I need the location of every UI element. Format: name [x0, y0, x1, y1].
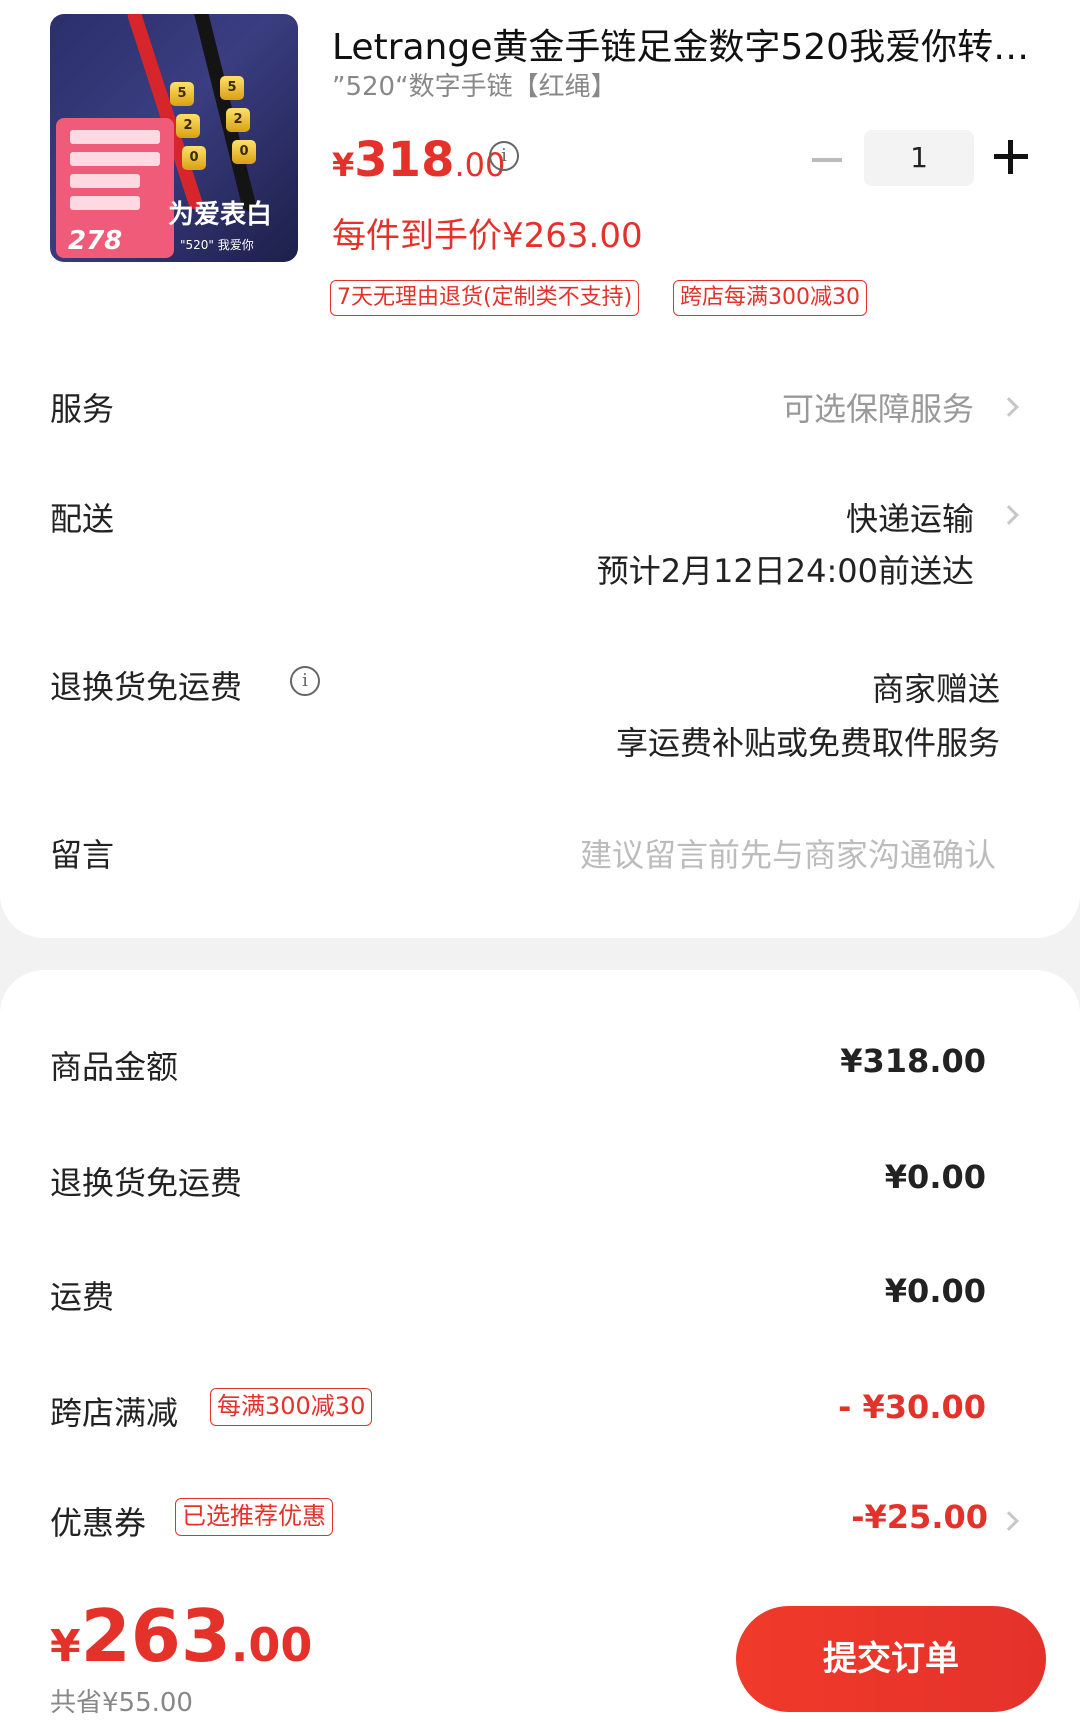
shipping-fee-value: ¥0.00: [884, 1272, 986, 1310]
bead-graphic: 2: [226, 108, 250, 132]
coupon-tag[interactable]: 已选推荐优惠: [175, 1498, 333, 1536]
return-fee-label: 退换货免运费: [50, 1164, 243, 1202]
bead-graphic: 5: [220, 76, 244, 100]
shipping-fee-label: 运费: [50, 1278, 115, 1316]
return-policy-tag: 7天无理由退货(定制类不支持): [330, 280, 640, 316]
cross-store-label: 跨店满减: [50, 1394, 179, 1432]
final-unit-price: 每件到手价¥263.00: [332, 216, 643, 256]
message-label: 留言: [50, 836, 115, 874]
total-price: ¥263.00: [50, 1594, 313, 1678]
bead-graphic: 5: [170, 82, 194, 106]
coupon-label: 优惠券: [50, 1504, 147, 1542]
product-title[interactable]: Letrange黄金手链足金数字520我爱你转…: [332, 18, 1032, 70]
return-fee-value: ¥0.00: [884, 1158, 986, 1196]
service-value[interactable]: 可选保障服务: [782, 384, 974, 430]
thumb-subcaption: "520" 我爱你: [180, 238, 254, 252]
message-input[interactable]: 建议留言前先与商家沟通确认: [580, 830, 996, 876]
delivery-eta: 预计2月12日24:00前送达: [596, 552, 974, 590]
product-variant[interactable]: ”520“数字手链【红绳】: [332, 66, 617, 103]
coupon-discount[interactable]: -¥25.00: [851, 1498, 988, 1536]
bead-graphic: 0: [182, 146, 206, 170]
service-label: 服务: [50, 390, 115, 428]
discount-tag: 跨店每满300减30: [673, 280, 867, 316]
thumb-promo-price: 278: [68, 226, 123, 256]
delivery-label: 配送: [50, 500, 115, 538]
increase-quantity-button[interactable]: [994, 140, 1028, 174]
total-saved: 共省¥55.00: [50, 1688, 193, 1718]
cross-store-tag: 每满300减30: [210, 1388, 373, 1426]
delivery-value[interactable]: 快递运输: [846, 494, 974, 540]
unit-price: ¥318.00: [332, 132, 506, 188]
return-shipping-desc: 享运费补贴或免费取件服务: [615, 724, 1000, 762]
info-icon[interactable]: i: [489, 141, 519, 171]
submit-order-button[interactable]: 提交订单: [736, 1606, 1046, 1712]
goods-amount-value: ¥318.00: [840, 1042, 986, 1080]
decrease-quantity-button[interactable]: [812, 158, 842, 162]
bead-graphic: 2: [176, 114, 200, 138]
quantity-field[interactable]: 1: [864, 130, 974, 186]
thumb-caption: 为爱表白: [168, 200, 273, 230]
goods-amount-label: 商品金额: [50, 1048, 179, 1086]
return-shipping-value: 商家赠送: [871, 670, 1000, 708]
info-icon[interactable]: i: [290, 666, 320, 696]
cross-store-discount: - ¥30.00: [838, 1388, 986, 1426]
bead-graphic: 0: [232, 140, 256, 164]
product-thumbnail[interactable]: 5 2 0 5 2 0 278 为爱表白 "520" 我爱你: [50, 14, 298, 262]
return-shipping-label: 退换货免运费: [50, 668, 243, 706]
